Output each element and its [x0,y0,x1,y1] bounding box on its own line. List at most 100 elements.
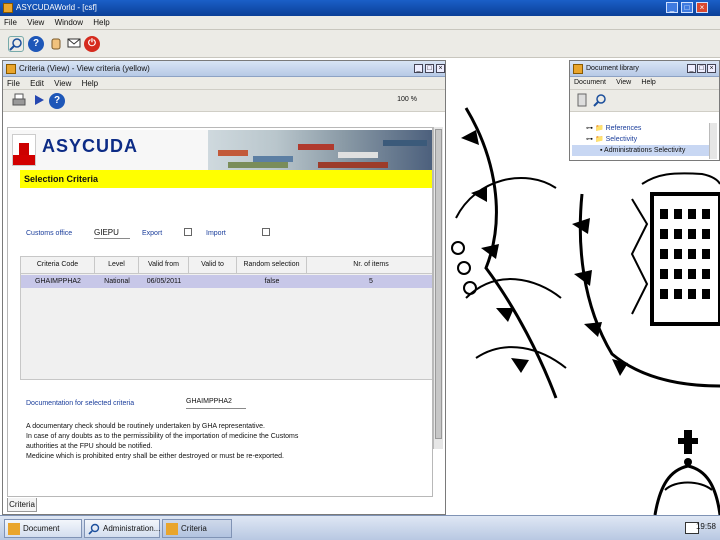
mail-icon[interactable] [66,36,82,52]
task-administration[interactable]: Administration... [84,519,160,538]
window-minimize-button[interactable]: _ [414,64,423,73]
doc-line: A documentary check should be routinely … [26,423,265,430]
criteria-task-icon [166,523,178,535]
tree-item-references[interactable]: ⊶ 📁 References [572,123,717,134]
doc-line: In case of any doubts as to the permissi… [26,433,299,440]
workspace: Criteria (View) - View criteria (yellow)… [0,58,720,515]
help-icon[interactable]: ? [49,93,65,109]
asycuda-banner: ASYCUDA [8,130,432,170]
doclib-menu-document[interactable]: Document [570,77,610,88]
criteria-window: Criteria (View) - View criteria (yellow)… [2,60,446,515]
document-library-window: Document library _ □ × Document View Hel… [569,60,720,161]
criteria-menu-view[interactable]: View [50,77,75,90]
criteria-menu-file[interactable]: File [3,77,24,90]
col-criteria-code[interactable]: Criteria Code [21,257,95,273]
criteria-content: ASYCUDA Selection Criteria Customs offic… [7,127,433,497]
info-icon[interactable]: ? [28,36,44,52]
document-library-task-icon [8,523,20,535]
maximize-button[interactable]: □ [681,2,693,13]
app-title-bar: ASYCUDAWorld - [csf] _ □ × [0,0,720,16]
doclib-menubar: Document View Help [570,77,719,90]
window-maximize-button[interactable]: □ [425,64,434,73]
doclib-title-bar: Document library _ □ × [570,61,719,77]
window-icon [6,64,16,74]
criteria-menubar: File Edit View Help [3,77,445,90]
task-criteria-view[interactable]: Criteria (View) - Vi... [162,519,232,538]
menu-view[interactable]: View [23,16,48,29]
doclib-search-icon[interactable] [592,93,608,109]
tree-item-selectivity[interactable]: ⊶ 📁 Selectivity [572,134,717,145]
doclib-window-icon [573,64,583,74]
crown-emblem [653,430,720,515]
doclib-minimize-button[interactable]: _ [687,64,696,73]
criteria-menu-edit[interactable]: Edit [26,77,48,90]
col-valid-to[interactable]: Valid to [189,257,237,273]
criteria-window-title: Criteria (View) - View criteria (yellow) [19,64,150,73]
gibraltar-flag-icon [12,134,36,166]
cell-criteria-code: GHAIMPPHA2 [35,278,81,285]
app-logo-icon [3,3,13,13]
wreath-emblem-left [451,107,567,399]
cell-nr-items: 5 [369,278,373,285]
cell-level: National [104,278,130,285]
cell-valid-from: 06/05/2011 [146,278,182,285]
power-icon[interactable]: ⏻ [84,36,100,52]
doc-line: authorities at the FPU should be notifie… [26,443,153,450]
search-icon[interactable] [8,36,24,52]
app-menubar: File View Window Help [0,16,720,30]
play-icon[interactable] [31,93,47,109]
app-title: ASYCUDAWorld - [csf] [16,3,97,12]
import-checkbox[interactable] [262,228,270,236]
tree-item-administrations-selectivity[interactable]: ▪ Administrations Selectivity [572,145,717,156]
portcullis-emblem [572,172,720,388]
clock: 19:58 [695,522,716,531]
criteria-table: Criteria Code Level Valid from Valid to … [20,256,432,380]
export-label: Export [142,230,163,237]
criteria-toolbar: ? 100 % [3,90,445,112]
cell-random-selection: false [264,278,280,285]
cell-valid-to [189,275,237,288]
print-icon[interactable] [11,93,27,109]
customs-office-field[interactable]: GIEPU [94,228,130,239]
app-toolbar: ? ⏻ [0,30,720,58]
scroll-thumb[interactable] [435,129,442,439]
export-checkbox[interactable] [184,228,192,236]
table-header: Criteria Code Level Valid from Valid to … [21,257,432,274]
minimize-button[interactable]: _ [666,2,678,13]
taskbar: Document library Administration... Crite… [0,515,720,540]
doclib-menu-help[interactable]: Help [637,77,659,88]
table-row[interactable]: GHAIMPPHA2 National 06/05/2011 false 5 [21,275,432,288]
doclib-maximize-button[interactable]: □ [697,64,706,73]
task-document-library[interactable]: Document library [4,519,82,538]
containers-image [208,130,432,170]
zoom-level[interactable]: 100 % [397,96,417,103]
document-icon[interactable] [574,93,590,109]
doc-code-field[interactable]: GHAIMPPHA2 [186,398,246,409]
doclib-scrollbar[interactable] [709,123,717,159]
criteria-menu-help[interactable]: Help [78,77,102,90]
menu-file[interactable]: File [0,16,21,29]
selection-criteria-bar: Selection Criteria [20,170,432,188]
window-close-button[interactable]: × [436,64,445,73]
col-nr-items[interactable]: Nr. of items [307,257,432,273]
close-button[interactable]: × [696,2,708,13]
hand-icon[interactable] [48,36,64,52]
tab-criteria[interactable]: Criteria [7,498,37,512]
doc-label: Documentation for selected criteria [26,400,135,407]
import-label: Import [206,230,226,237]
col-random-selection[interactable]: Random selection [237,257,307,273]
documentation-text: A documentary check should be routinely … [26,422,426,462]
menu-window[interactable]: Window [51,16,87,29]
col-level[interactable]: Level [95,257,139,273]
doclib-menu-view[interactable]: View [612,77,635,88]
doclib-tree: ⊶ 📁 References ⊶ 📁 Selectivity ▪ Adminis… [572,123,717,159]
vertical-scrollbar[interactable] [433,127,443,449]
criteria-window-title-bar: Criteria (View) - View criteria (yellow)… [3,61,445,77]
col-valid-from[interactable]: Valid from [139,257,189,273]
section-title: Selection Criteria [24,174,99,184]
doclib-close-button[interactable]: × [707,64,716,73]
menu-help[interactable]: Help [89,16,113,29]
doc-line: Medicine which is prohibited entry shall… [26,453,284,460]
customs-office-label: Customs office [26,230,73,237]
doclib-title: Document library [586,65,639,72]
